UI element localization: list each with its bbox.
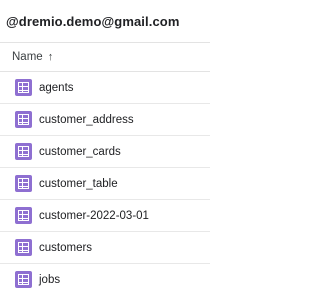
- account-email: @dremio.demo@gmail.com: [6, 13, 180, 29]
- name-column-label: Name: [12, 51, 43, 63]
- file-row-agents[interactable]: agents: [0, 71, 210, 103]
- sort-ascending-icon: ↑: [47, 51, 54, 63]
- sheet-icon: [15, 175, 32, 192]
- file-row-customer-cards[interactable]: customer_cards: [0, 135, 210, 167]
- sheet-icon: [15, 239, 32, 256]
- sheet-icon: [15, 79, 32, 96]
- name-column-header[interactable]: Name ↑: [0, 43, 210, 71]
- sheet-icon: [15, 271, 32, 288]
- file-name: customers: [39, 241, 93, 254]
- file-row-customer-2022-03-01[interactable]: customer-2022-03-01: [0, 199, 210, 231]
- file-name: customer-2022-03-01: [39, 209, 149, 222]
- file-row-customer-table[interactable]: customer_table: [0, 167, 210, 199]
- sheet-icon: [15, 207, 32, 224]
- sheet-icon: [15, 143, 32, 160]
- file-row-customer-address[interactable]: customer_address: [0, 103, 210, 135]
- file-row-jobs[interactable]: jobs: [0, 263, 210, 295]
- sheet-icon: [15, 111, 32, 128]
- file-name: customer_cards: [39, 145, 121, 158]
- file-name: jobs: [39, 273, 61, 286]
- file-row-customers[interactable]: customers: [0, 231, 210, 263]
- file-list: agents customer_address customer_cards c…: [0, 71, 210, 295]
- file-name: agents: [39, 81, 74, 94]
- file-name: customer_address: [39, 113, 134, 126]
- file-name: customer_table: [39, 177, 118, 190]
